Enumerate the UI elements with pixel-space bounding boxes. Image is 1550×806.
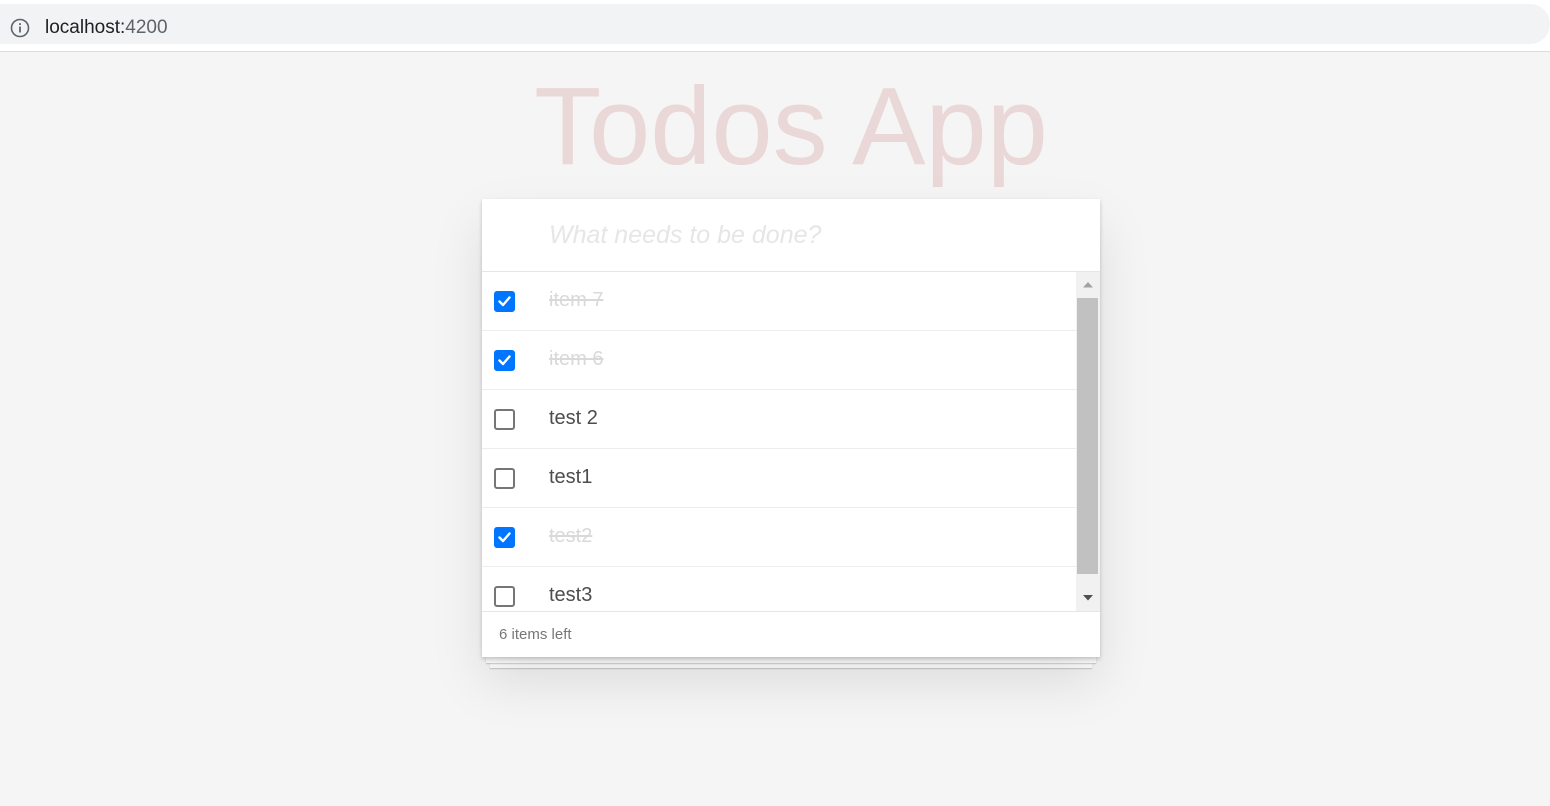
todo-label[interactable]: item 6 <box>549 348 603 371</box>
todo-label[interactable]: test1 <box>549 466 592 489</box>
todo-label[interactable]: item 7 <box>549 289 603 312</box>
todo-checkbox[interactable] <box>494 409 515 430</box>
triangle-down-icon[interactable] <box>1076 585 1100 609</box>
todo-list-viewport[interactable]: item 7 item 6 test 2 test1 test2 test3 <box>482 272 1100 611</box>
todo-checkbox[interactable] <box>494 527 515 548</box>
url-text[interactable]: localhost:4200 <box>45 17 168 39</box>
todo-item[interactable]: test 2 <box>482 390 1076 449</box>
url-port: 4200 <box>125 17 168 38</box>
url-host: localhost: <box>45 17 126 38</box>
todo-footer: 6 items left <box>482 611 1100 657</box>
todo-item[interactable]: item 6 <box>482 331 1076 390</box>
scrollbar-thumb[interactable] <box>1077 298 1098 574</box>
todo-item[interactable]: test1 <box>482 449 1076 508</box>
todo-app-card: item 7 item 6 test 2 test1 test2 test3 6 item… <box>482 199 1100 657</box>
todo-item[interactable]: item 7 <box>482 272 1076 331</box>
items-left-count: 6 items left <box>499 626 572 643</box>
checkmark-icon <box>498 532 511 543</box>
todo-list-scrollbar[interactable] <box>1076 272 1100 611</box>
todo-item[interactable]: test3 <box>482 567 1076 611</box>
card-stack-shadow <box>486 657 1096 663</box>
page-title: Todos App <box>534 65 1048 188</box>
new-todo-input[interactable] <box>482 199 1100 272</box>
address-bar[interactable]: localhost:4200 <box>0 4 1550 44</box>
todo-checkbox[interactable] <box>494 586 515 607</box>
todo-checkbox[interactable] <box>494 350 515 371</box>
todo-label[interactable]: test3 <box>549 584 592 607</box>
info-icon[interactable] <box>10 18 30 38</box>
triangle-up-icon[interactable] <box>1076 272 1100 296</box>
browser-toolbar: localhost:4200 <box>0 0 1550 52</box>
todo-label[interactable]: test2 <box>549 525 592 548</box>
checkmark-icon <box>498 355 511 366</box>
todo-list: item 7 item 6 test 2 test1 test2 test3 <box>482 272 1076 611</box>
todo-item[interactable]: test2 <box>482 508 1076 567</box>
todo-label[interactable]: test 2 <box>549 407 598 430</box>
todo-checkbox[interactable] <box>494 291 515 312</box>
checkmark-icon <box>498 296 511 307</box>
card-stack-shadow <box>490 663 1092 668</box>
todo-checkbox[interactable] <box>494 468 515 489</box>
